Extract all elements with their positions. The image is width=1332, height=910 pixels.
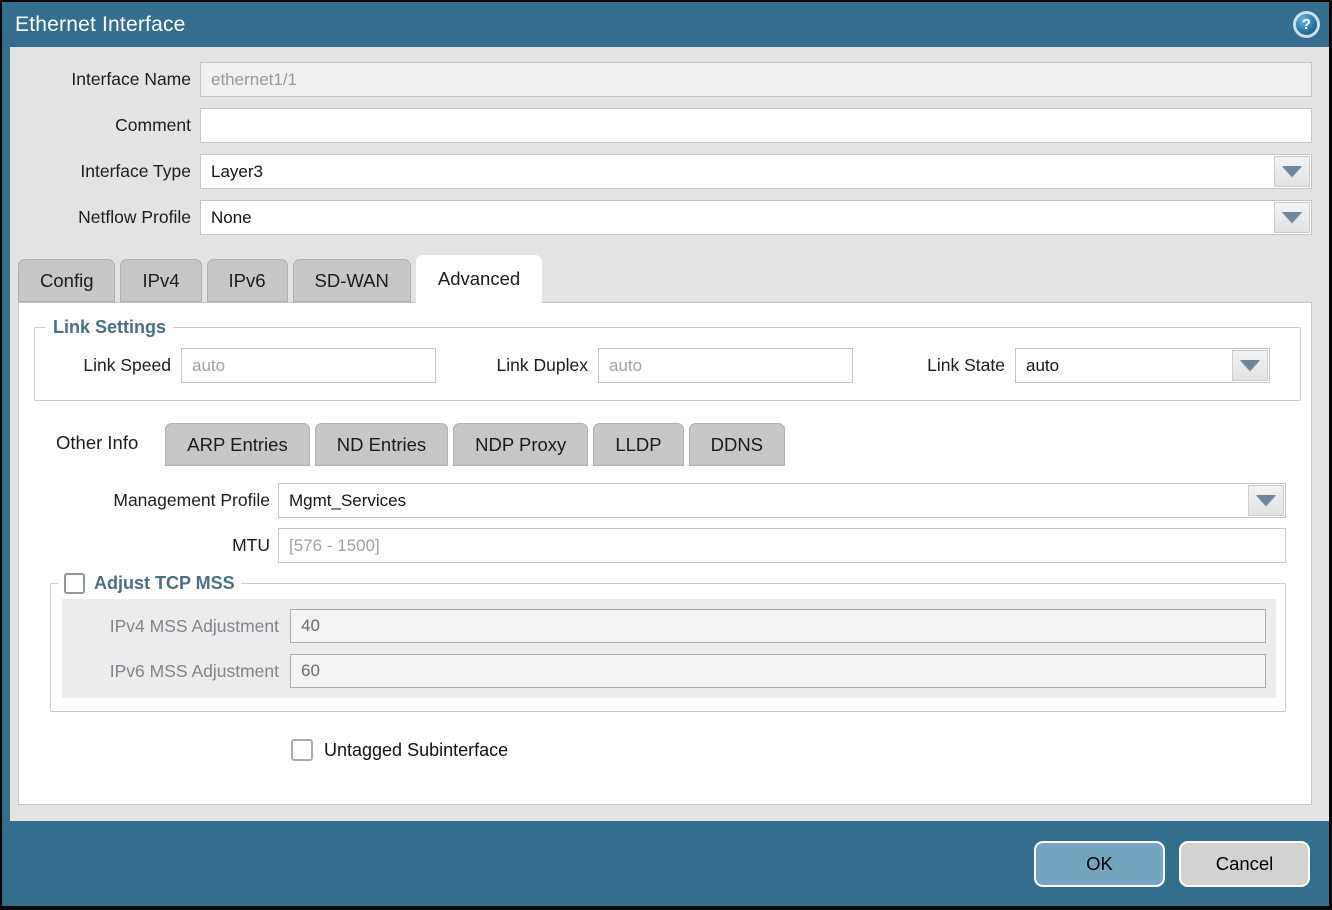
tab-lldp[interactable]: LLDP [593,423,683,466]
link-settings-fieldset: Link Settings Link Speed Link Duplex Lin… [34,317,1301,401]
mtu-row: MTU [19,528,1286,563]
untagged-subinterface-checkbox[interactable] [291,739,313,761]
adjust-tcp-mss-legend: Adjust TCP MSS [58,573,241,594]
tab-ipv6[interactable]: IPv6 [207,259,288,302]
comment-input[interactable] [200,108,1312,143]
help-icon[interactable]: ? [1293,11,1320,38]
mss-disabled-panel: IPv4 MSS Adjustment IPv6 MSS Adjustment [62,599,1276,698]
link-speed-label: Link Speed [35,355,181,376]
link-state-dropdown-button[interactable] [1232,350,1268,381]
comment-label: Comment [10,115,200,136]
tab-ipv4[interactable]: IPv4 [120,259,201,302]
mtu-input[interactable] [278,528,1286,563]
dialog-titlebar: Ethernet Interface ? [2,2,1329,47]
tab-arp-entries[interactable]: ARP Entries [165,423,309,466]
netflow-profile-dropdown-button[interactable] [1274,202,1310,233]
untagged-subinterface-row: Untagged Subinterface [291,739,1311,761]
untagged-subinterface-label: Untagged Subinterface [324,740,508,761]
link-speed-input[interactable] [181,348,436,383]
dialog-footer: OK Cancel [2,821,1329,906]
netflow-profile-row: Netflow Profile [10,200,1312,235]
chevron-down-icon [1282,212,1302,223]
ipv6-mss-label: IPv6 MSS Adjustment [62,661,290,682]
ethernet-interface-dialog: Ethernet Interface ? Interface Name Comm… [2,2,1329,906]
link-settings-legend: Link Settings [46,317,173,338]
tab-ddns[interactable]: DDNS [689,423,785,466]
management-profile-row: Management Profile [19,483,1286,518]
interface-type-label: Interface Type [10,161,200,182]
interface-name-label: Interface Name [10,69,200,90]
management-profile-dropdown-button[interactable] [1248,485,1284,516]
netflow-profile-label: Netflow Profile [10,207,200,228]
ipv4-mss-row: IPv4 MSS Adjustment [62,609,1266,643]
dialog-title: Ethernet Interface [15,13,186,37]
link-state-label: Link State [853,355,1015,376]
link-duplex-label: Link Duplex [436,355,598,376]
interface-type-row: Interface Type [10,154,1312,189]
comment-row: Comment [10,108,1312,143]
interface-name-input [200,62,1312,97]
advanced-tab-panel: Link Settings Link Speed Link Duplex Lin… [18,302,1312,805]
dialog-body: Interface Name Comment Interface Type [10,47,1329,821]
ipv6-mss-row: IPv6 MSS Adjustment [62,654,1266,688]
chevron-down-icon [1240,360,1260,371]
chevron-down-icon [1256,495,1276,506]
tab-advanced[interactable]: Advanced [416,255,542,303]
other-info-panel: Management Profile MTU [19,466,1311,761]
interface-name-row: Interface Name [10,62,1312,97]
interface-type-dropdown-button[interactable] [1274,156,1310,187]
interface-type-select[interactable] [200,154,1312,189]
ok-button[interactable]: OK [1034,841,1165,887]
tab-nd-entries[interactable]: ND Entries [315,423,448,466]
netflow-profile-select[interactable] [200,200,1312,235]
link-duplex-input[interactable] [598,348,853,383]
tab-other-info[interactable]: Other Info [34,419,160,467]
chevron-down-icon [1282,166,1302,177]
ipv4-mss-input [290,609,1266,643]
sub-tabstrip: Other Info ARP Entries ND Entries NDP Pr… [34,419,1311,466]
mtu-label: MTU [19,535,278,556]
screen-frame: Ethernet Interface ? Interface Name Comm… [0,0,1332,910]
adjust-tcp-mss-checkbox[interactable] [64,573,85,594]
tab-config[interactable]: Config [18,259,115,302]
management-profile-label: Management Profile [19,490,278,511]
tab-sdwan[interactable]: SD-WAN [293,259,411,302]
ipv6-mss-input [290,654,1266,688]
management-profile-select[interactable] [278,483,1286,518]
cancel-button[interactable]: Cancel [1179,841,1310,887]
main-tabstrip: Config IPv4 IPv6 SD-WAN Advanced [18,255,1312,302]
adjust-tcp-mss-fieldset: Adjust TCP MSS IPv4 MSS Adjustment IPv6 … [50,573,1286,712]
adjust-tcp-mss-label: Adjust TCP MSS [94,573,235,594]
tab-ndp-proxy[interactable]: NDP Proxy [453,423,588,466]
ipv4-mss-label: IPv4 MSS Adjustment [62,616,290,637]
